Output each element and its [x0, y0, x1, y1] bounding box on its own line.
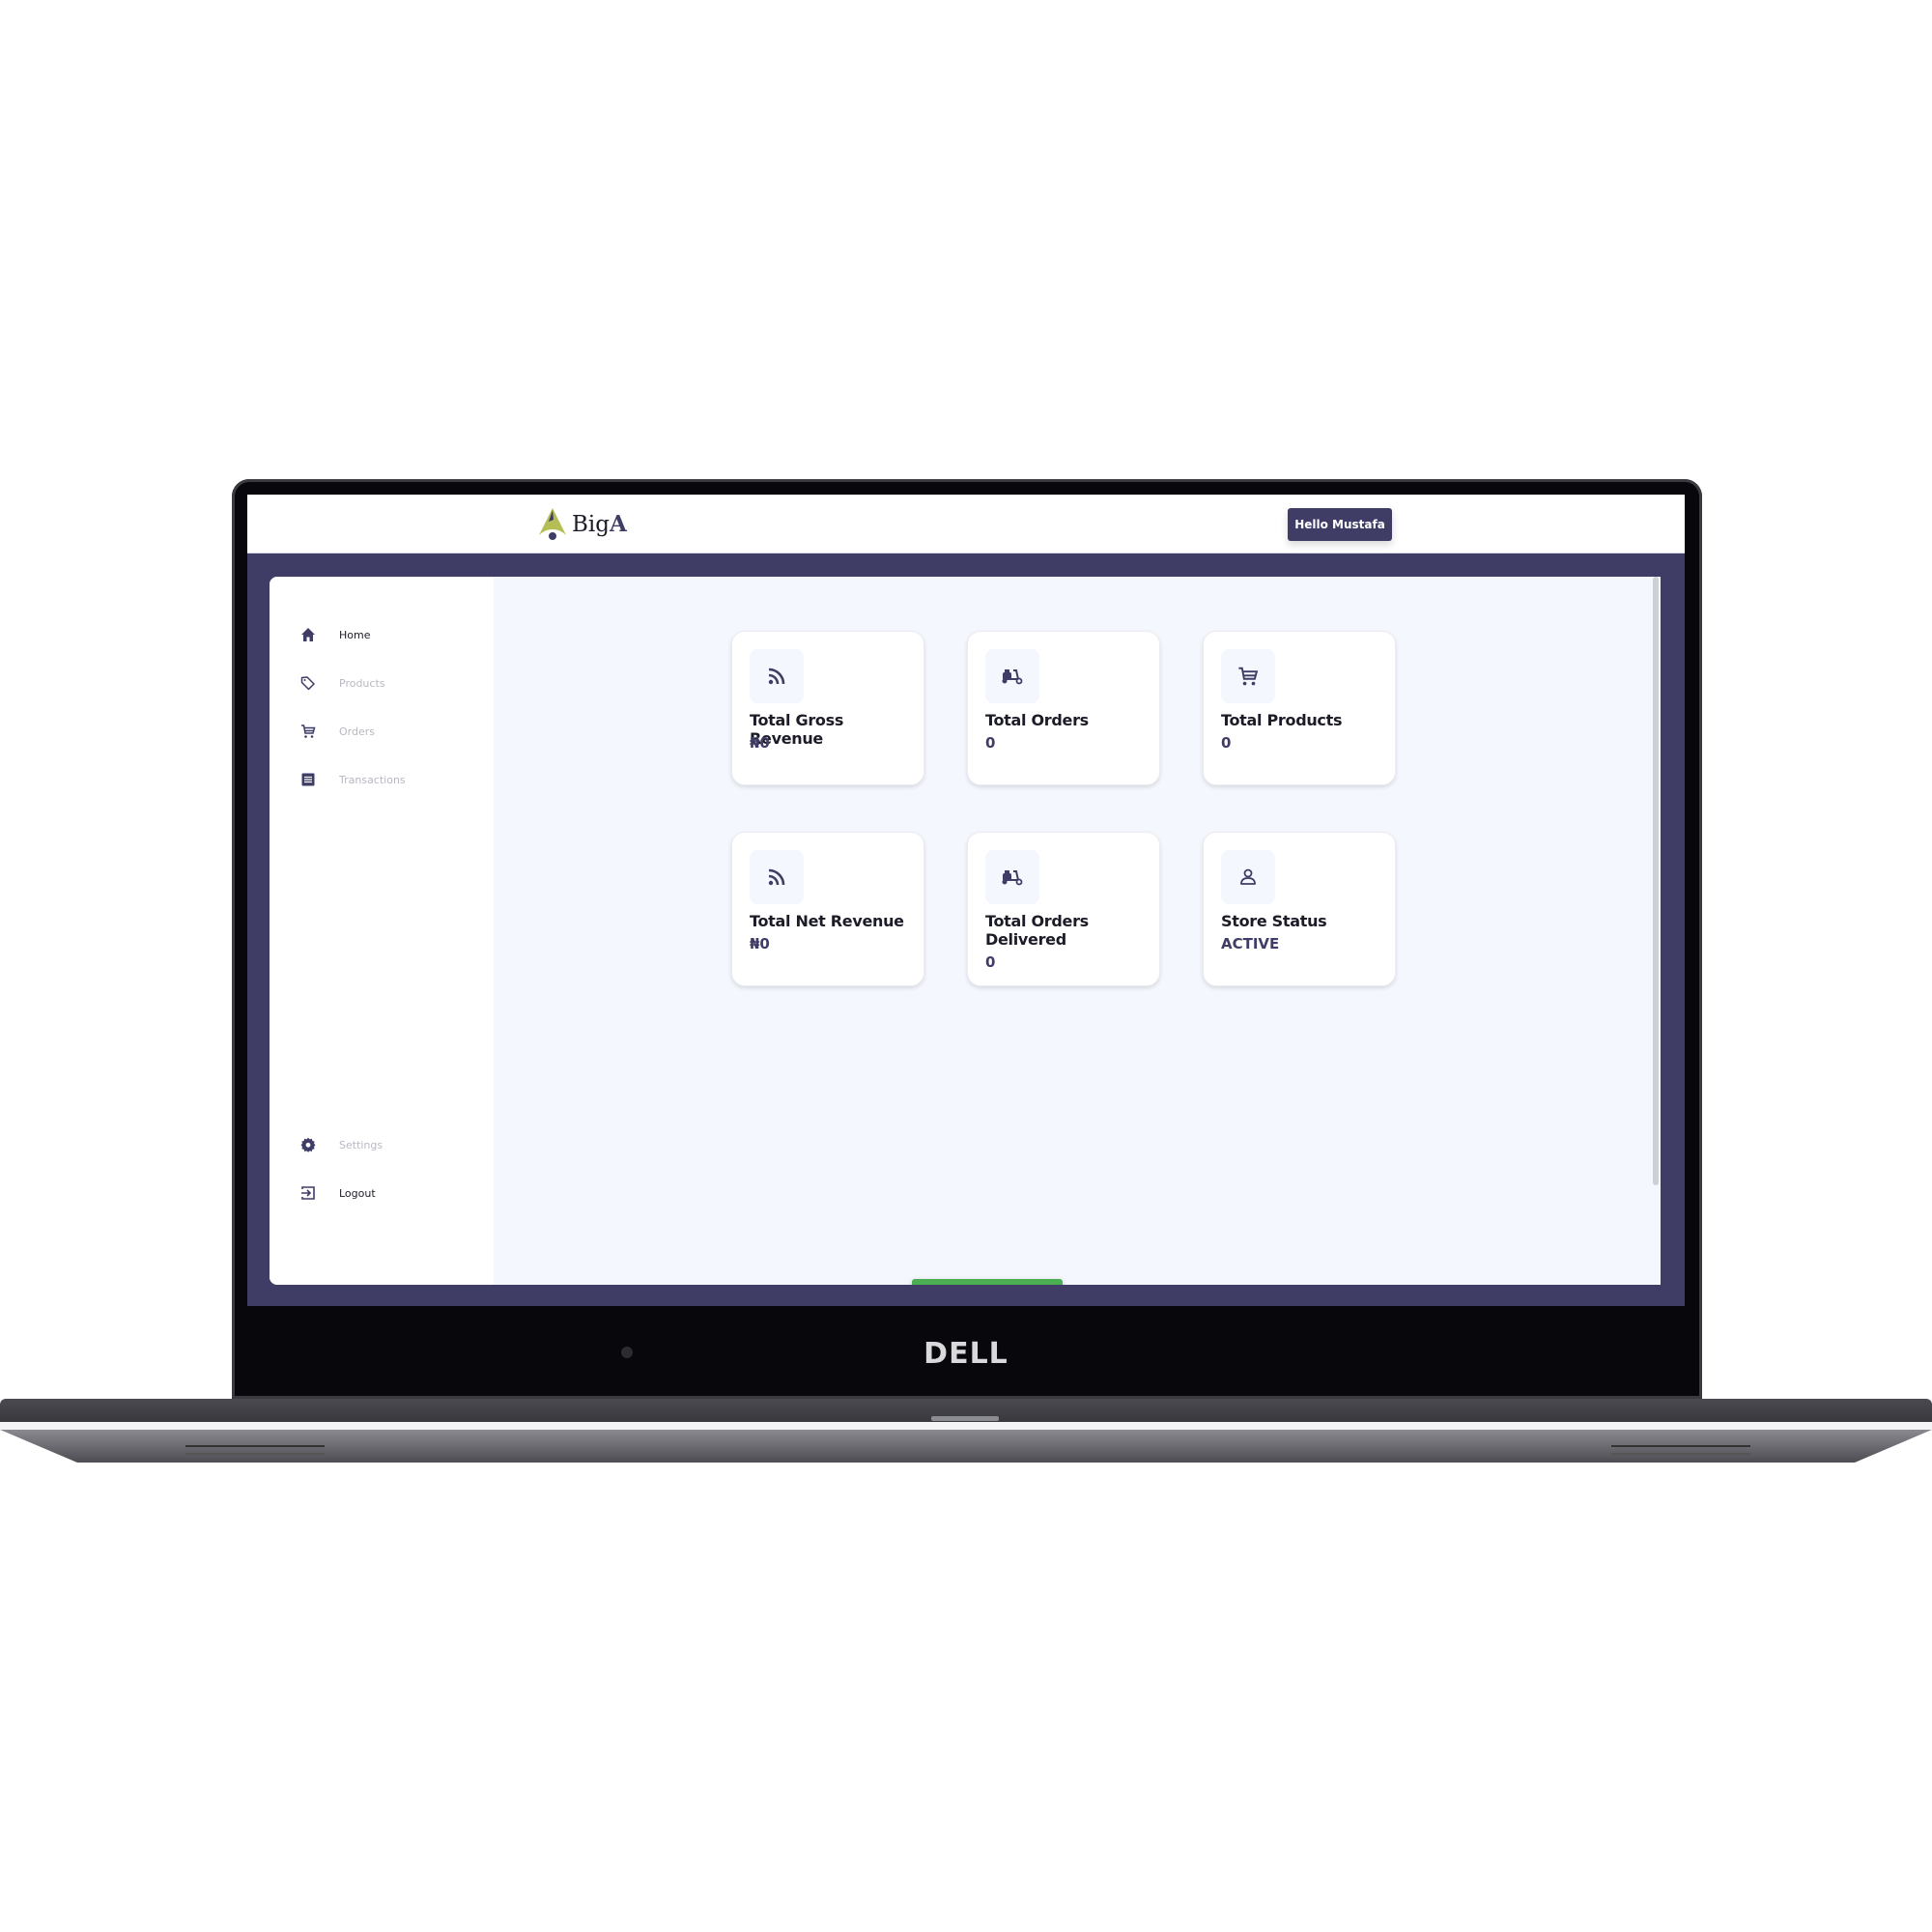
tag-icon — [298, 673, 318, 693]
scooter-icon — [1002, 870, 1023, 886]
icon-box — [985, 649, 1039, 703]
sidebar-item-products[interactable]: Products — [298, 668, 385, 697]
store-status-badge: ACTIVE — [1221, 935, 1280, 952]
brand-logo[interactable]: BigA — [537, 506, 627, 541]
gear-icon — [298, 1135, 318, 1154]
card-title: Total Orders — [985, 711, 1089, 729]
rss-icon — [768, 668, 785, 685]
card-title: Total Orders Delivered — [985, 912, 1089, 949]
card-title: Store Status — [1221, 912, 1327, 930]
stat-card-total-orders[interactable]: Total Orders 0 — [967, 631, 1160, 785]
stat-card-store-status[interactable]: Store Status ACTIVE — [1203, 832, 1396, 986]
sidebar-item-home[interactable]: Home — [298, 620, 370, 649]
laptop-hinge — [931, 1416, 999, 1421]
sidebar: Home Products Orders Transactions Settin… — [270, 577, 494, 1285]
stat-card-orders-delivered[interactable]: Total Orders Delivered 0 — [967, 832, 1160, 986]
main-panel: Home Products Orders Transactions Settin… — [270, 577, 1661, 1285]
user-icon — [1240, 868, 1256, 885]
vent-left — [185, 1445, 325, 1455]
sidebar-item-label: Orders — [339, 724, 375, 738]
sidebar-item-transactions[interactable]: Transactions — [298, 765, 406, 794]
logout-icon — [298, 1183, 318, 1203]
card-value: 0 — [1221, 734, 1232, 752]
home-icon — [298, 625, 318, 644]
card-value: 0 — [985, 734, 996, 752]
app-header: BigA Hello Mustafa — [247, 495, 1685, 554]
biga-logo-icon — [539, 508, 566, 540]
sidebar-item-label: Logout — [339, 1186, 376, 1200]
sidebar-item-label: Home — [339, 628, 371, 641]
cart-icon — [1238, 667, 1259, 686]
card-value: 0 — [985, 953, 996, 971]
vent-right — [1611, 1445, 1750, 1455]
scooter-icon — [1002, 669, 1023, 685]
cart-icon — [298, 722, 318, 741]
vertical-scrollbar[interactable] — [1653, 577, 1659, 1185]
sidebar-item-label: Transactions — [339, 773, 406, 786]
icon-box — [1221, 850, 1275, 904]
logo-text: BigA — [572, 510, 627, 537]
sidebar-item-settings[interactable]: Settings — [298, 1130, 383, 1159]
card-title: Total Net Revenue — [750, 912, 904, 930]
sidebar-item-logout[interactable]: Logout — [298, 1179, 376, 1208]
icon-box — [1221, 649, 1275, 703]
sidebar-item-label: Products — [339, 676, 385, 690]
icon-box — [750, 850, 804, 904]
dell-logo: DELL — [923, 1337, 1009, 1371]
webcam — [621, 1347, 633, 1358]
icon-box — [985, 850, 1039, 904]
card-value: ₦0 — [750, 734, 770, 752]
list-icon — [298, 770, 318, 789]
rss-icon — [768, 868, 785, 886]
stat-card-net-revenue[interactable]: Total Net Revenue ₦0 — [731, 832, 924, 986]
stat-card-total-products[interactable]: Total Products 0 — [1203, 631, 1396, 785]
dashboard-content: Total Gross Revenue ₦0 Total Orders 0 To… — [494, 577, 1661, 1285]
card-value: ₦0 — [750, 935, 770, 952]
stat-card-gross-revenue[interactable]: Total Gross Revenue ₦0 — [731, 631, 924, 785]
card-title: Total Products — [1221, 711, 1343, 729]
icon-box — [750, 649, 804, 703]
card-title: Total Gross Revenue — [750, 711, 844, 748]
sidebar-item-label: Settings — [339, 1138, 384, 1151]
user-greeting-button[interactable]: Hello Mustafa — [1288, 508, 1392, 541]
screen: BigA Hello Mustafa Home Products Orders … — [247, 495, 1685, 1306]
toast-notification: Sign in successful — [912, 1279, 1063, 1285]
sidebar-item-orders[interactable]: Orders — [298, 717, 375, 746]
laptop-base-strip — [0, 1422, 1932, 1430]
